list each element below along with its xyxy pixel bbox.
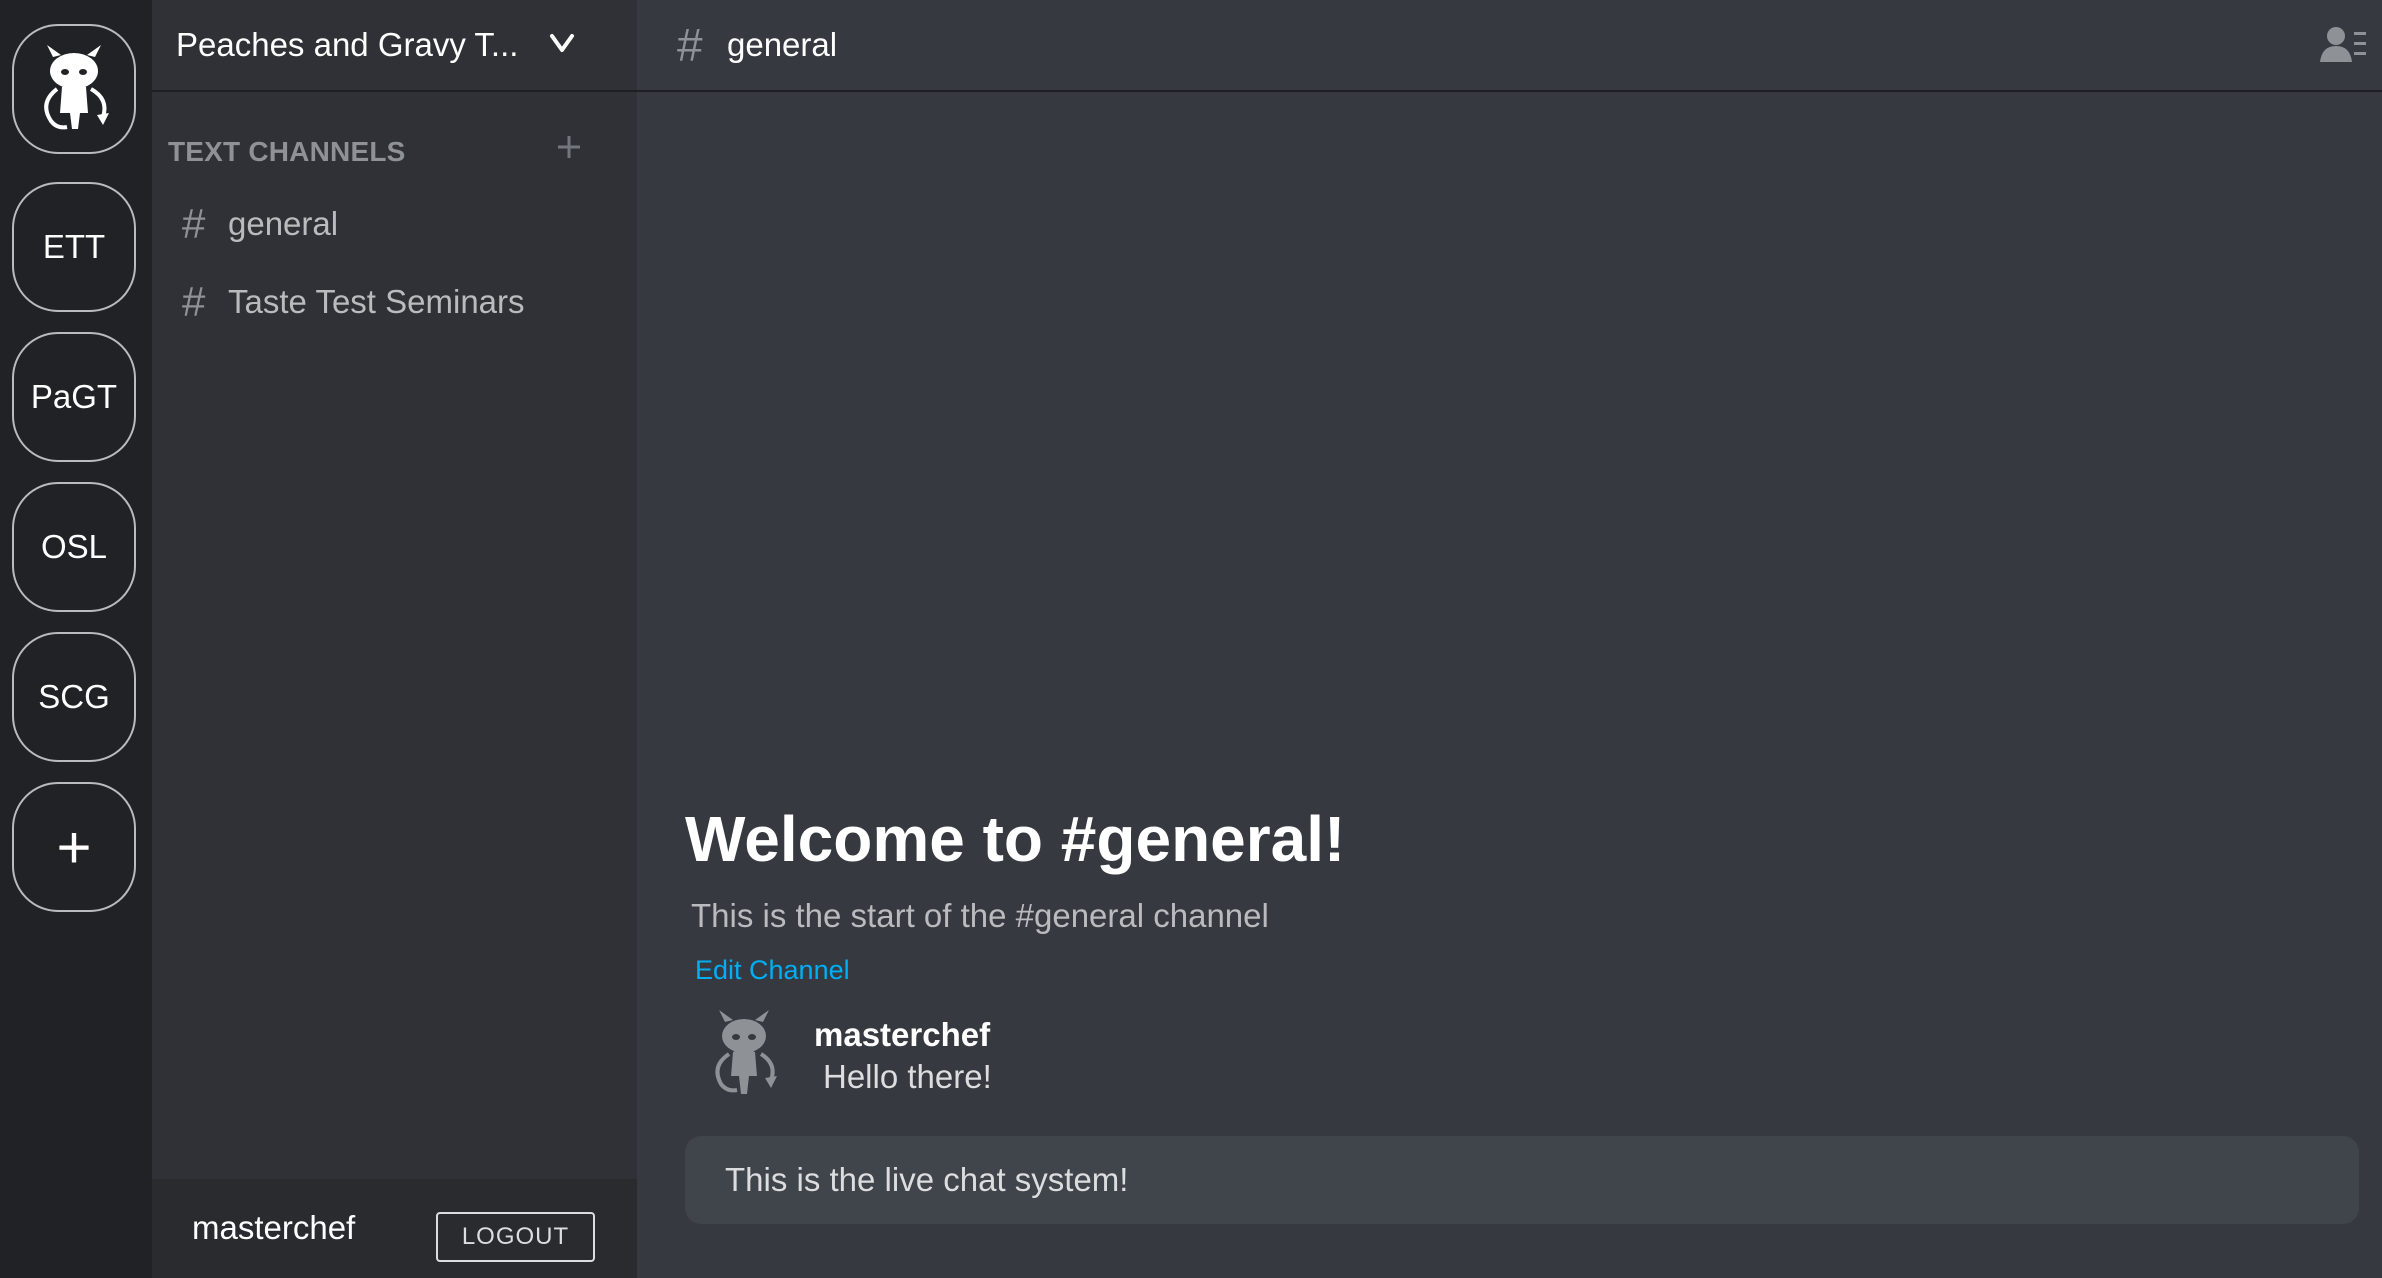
channel-item-general[interactable]: # general (182, 196, 612, 252)
message-author[interactable]: masterchef (814, 1016, 990, 1054)
message-text: Hello there! (823, 1058, 992, 1095)
server-pagt-button[interactable]: PaGT (12, 332, 136, 462)
hash-icon: # (677, 19, 703, 71)
home-server-button[interactable] (12, 24, 136, 154)
server-scg-button[interactable]: SCG (12, 632, 136, 762)
server-name: Peaches and Gravy T... (176, 26, 519, 63)
server-rail: ETT PaGT OSL SCG + (0, 0, 152, 1278)
chevron-down-icon (550, 34, 574, 52)
welcome-title: Welcome to #general! (685, 803, 1346, 875)
server-ett-button[interactable]: ETT (12, 182, 136, 312)
channel-label: general (228, 205, 339, 242)
imp-logo-icon (44, 45, 109, 130)
channel-topbar: # general (637, 0, 2382, 92)
server-label: PaGT (30, 378, 118, 415)
message-item: masterchef Hello there! (701, 1010, 2301, 1110)
edit-channel-link[interactable]: Edit Channel (695, 955, 850, 986)
channel-label: Taste Test Seminars (228, 283, 525, 320)
chat-area: # general Welcome to #general! This is t… (637, 0, 2382, 1278)
current-username: masterchef (192, 1209, 356, 1246)
channel-title: general (727, 26, 838, 63)
server-header[interactable]: Peaches and Gravy T... (152, 0, 637, 92)
add-server-button[interactable]: + (12, 782, 136, 912)
hash-icon: # (182, 278, 206, 325)
server-label: OSL (40, 528, 108, 565)
hash-icon: # (182, 200, 206, 247)
channel-item-taste-test-seminars[interactable]: # Taste Test Seminars (182, 274, 612, 330)
server-label: ETT (42, 228, 106, 265)
message-composer (685, 1136, 2359, 1224)
logout-button[interactable]: LOGOUT (436, 1212, 595, 1262)
user-bar: masterchef LOGOUT (152, 1179, 637, 1278)
plus-icon: + (56, 813, 92, 881)
add-channel-icon[interactable] (554, 132, 584, 162)
server-osl-button[interactable]: OSL (12, 482, 136, 612)
member-list-icon[interactable] (2320, 26, 2368, 64)
server-label: SCG (38, 678, 110, 715)
text-channels-heading: TEXT CHANNELS (168, 136, 406, 167)
channel-sidebar: Peaches and Gravy T... TEXT CHANNELS # g… (152, 0, 637, 1278)
welcome-subtitle: This is the start of the #general channe… (691, 897, 1269, 934)
message-input[interactable] (725, 1161, 2359, 1199)
avatar (715, 1010, 777, 1094)
